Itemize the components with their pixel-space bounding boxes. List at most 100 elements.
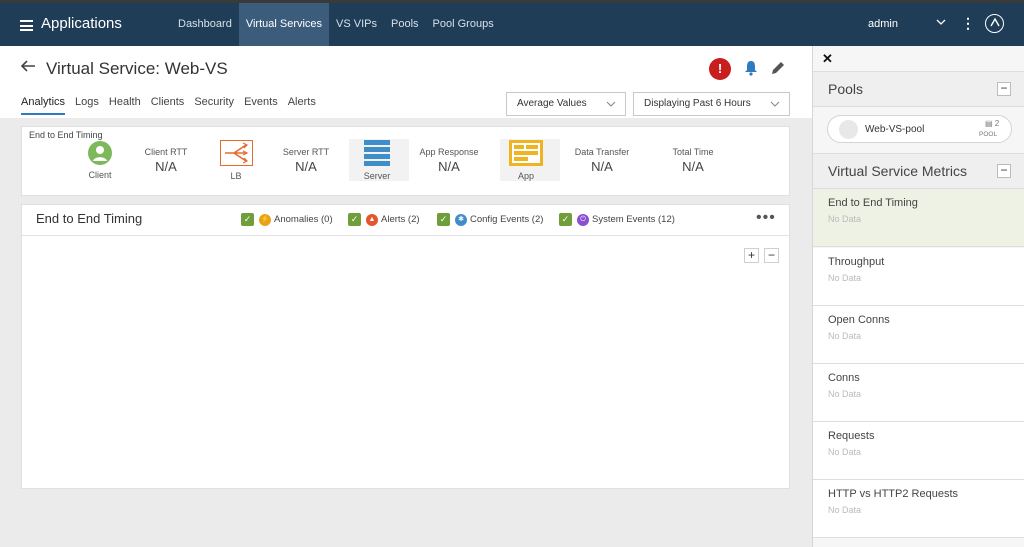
metric-value: N/A bbox=[682, 159, 704, 174]
more-options-icon[interactable]: ••• bbox=[756, 209, 776, 227]
collapse-pools-button[interactable]: − bbox=[997, 82, 1011, 96]
metric-title: Open Conns bbox=[828, 314, 890, 326]
time-range-select[interactable]: Displaying Past 6 Hours bbox=[633, 92, 790, 116]
metric-row-http-vs-http2[interactable]: HTTP vs HTTP2 Requests No Data bbox=[813, 480, 1024, 538]
tab-security[interactable]: Security bbox=[194, 96, 234, 115]
nav-tabs: Dashboard Virtual Services VS VIPs Pools… bbox=[171, 3, 501, 46]
metric-label: Total Time bbox=[672, 147, 714, 157]
checkbox-checked-icon[interactable]: ✓ bbox=[241, 213, 254, 226]
zoom-in-button[interactable]: + bbox=[744, 248, 759, 263]
pool-card[interactable]: Web-VS-pool ▤ 2 POOL bbox=[827, 115, 1012, 143]
filter-config-events[interactable]: ✓ ✱ Config Events (2) bbox=[437, 213, 543, 226]
bell-icon: ▲ bbox=[366, 213, 378, 226]
tab-alerts[interactable]: Alerts bbox=[288, 96, 316, 115]
metrics-section-header: Virtual Service Metrics − bbox=[813, 153, 1024, 189]
metric-status: No Data bbox=[828, 273, 862, 283]
metric-title: Throughput bbox=[828, 256, 885, 268]
checkbox-checked-icon[interactable]: ✓ bbox=[348, 213, 361, 226]
filter-alerts[interactable]: ✓ ▲ Alerts (2) bbox=[348, 213, 420, 226]
nav-tab-dashboard[interactable]: Dashboard bbox=[171, 3, 239, 46]
tab-events[interactable]: Events bbox=[244, 96, 278, 115]
nav-tab-pool-groups[interactable]: Pool Groups bbox=[426, 3, 501, 46]
client-icon bbox=[88, 141, 112, 165]
nav-tab-pools[interactable]: Pools bbox=[384, 3, 426, 46]
filter-label: Config Events (2) bbox=[470, 214, 544, 225]
pool-count-value: 2 bbox=[994, 119, 1000, 128]
pools-section-title: Pools bbox=[828, 81, 864, 97]
server-icon bbox=[364, 140, 390, 166]
filter-label: Anomalies (0) bbox=[274, 214, 333, 225]
metric-row-open-conns[interactable]: Open Conns No Data bbox=[813, 306, 1024, 364]
metric-row-end-to-end-timing[interactable]: End to End Timing No Data bbox=[813, 189, 1024, 247]
pool-name: Web-VS-pool bbox=[865, 124, 925, 135]
metric-label: Data Transfer bbox=[574, 147, 630, 157]
right-panel: ✕ Pools − Web-VS-pool ▤ 2 POOL Virtual S… bbox=[812, 46, 1024, 547]
power-icon: ⏻ bbox=[577, 213, 589, 226]
server-stack-icon: ▤ bbox=[985, 119, 993, 128]
lb-caption: LB bbox=[230, 171, 242, 181]
chart-title: End to End Timing bbox=[36, 211, 143, 226]
metric-row-conns[interactable]: Conns No Data bbox=[813, 364, 1024, 422]
tab-clients[interactable]: Clients bbox=[151, 96, 185, 115]
metric-value: N/A bbox=[155, 159, 177, 174]
pool-server-count: ▤ 2 bbox=[985, 119, 999, 128]
filter-label: Alerts (2) bbox=[381, 214, 420, 225]
pools-section-header: Pools − bbox=[813, 71, 1024, 107]
page-title: Virtual Service: Web-VS bbox=[46, 59, 228, 78]
app-title: Applications bbox=[41, 15, 122, 32]
filter-anomalies[interactable]: ✓ ⚡ Anomalies (0) bbox=[241, 213, 333, 226]
chevron-down-icon[interactable] bbox=[936, 17, 946, 30]
analytics-tabs: Analytics Logs Health Clients Security E… bbox=[21, 96, 326, 115]
lightning-icon: ⚡ bbox=[259, 213, 271, 226]
close-icon[interactable]: ✕ bbox=[822, 51, 833, 67]
user-menu[interactable]: admin bbox=[868, 18, 898, 30]
app-response-metric: App Response N/A bbox=[414, 147, 484, 174]
filter-label: System Events (12) bbox=[592, 214, 675, 225]
total-time-metric: Total Time N/A bbox=[658, 147, 728, 174]
edit-pencil-icon[interactable] bbox=[770, 60, 786, 76]
chevron-down-icon bbox=[606, 93, 616, 124]
filter-system-events[interactable]: ✓ ⏻ System Events (12) bbox=[559, 213, 675, 226]
metric-value: N/A bbox=[295, 159, 317, 174]
metric-label: Client RTT bbox=[144, 147, 188, 157]
bell-icon[interactable] bbox=[744, 60, 758, 76]
app-caption: App bbox=[517, 171, 534, 181]
metric-status: No Data bbox=[828, 505, 862, 515]
client-caption: Client bbox=[88, 170, 112, 180]
metric-value: N/A bbox=[591, 159, 613, 174]
tab-health[interactable]: Health bbox=[109, 96, 141, 115]
metric-title: End to End Timing bbox=[828, 197, 918, 209]
metric-title: Conns bbox=[828, 372, 860, 384]
brand-logo-icon bbox=[985, 14, 1004, 33]
pool-type-label: POOL bbox=[979, 131, 998, 138]
pool-status-icon bbox=[839, 120, 858, 139]
metric-title: HTTP vs HTTP2 Requests bbox=[828, 488, 958, 500]
value-mode-select[interactable]: Average Values bbox=[506, 92, 626, 116]
lb-node: LB bbox=[218, 140, 254, 181]
nav-tab-vs-vips[interactable]: VS VIPs bbox=[329, 3, 384, 46]
metric-title: Requests bbox=[828, 430, 875, 442]
app-icon bbox=[509, 140, 543, 166]
tab-analytics[interactable]: Analytics bbox=[21, 96, 66, 115]
collapse-metrics-button[interactable]: − bbox=[997, 164, 1011, 178]
back-arrow-icon[interactable] bbox=[20, 58, 36, 79]
checkbox-checked-icon[interactable]: ✓ bbox=[559, 213, 572, 226]
metrics-section-title: Virtual Service Metrics bbox=[828, 163, 968, 179]
metric-label: App Response bbox=[419, 147, 479, 157]
metric-row-requests[interactable]: Requests No Data bbox=[813, 422, 1024, 480]
kebab-menu-icon[interactable]: ⋮ bbox=[961, 15, 975, 32]
metric-status: No Data bbox=[828, 214, 862, 224]
top-nav: Applications Dashboard Virtual Services … bbox=[0, 0, 1024, 46]
value-mode-label: Average Values bbox=[517, 98, 587, 109]
nav-tab-virtual-services[interactable]: Virtual Services bbox=[238, 3, 330, 46]
hamburger-menu-icon[interactable] bbox=[20, 20, 33, 31]
alert-badge-icon[interactable]: ! bbox=[709, 58, 731, 80]
checkbox-checked-icon[interactable]: ✓ bbox=[437, 213, 450, 226]
tab-logs[interactable]: Logs bbox=[75, 96, 99, 115]
server-node: Server bbox=[359, 140, 395, 181]
zoom-out-button[interactable]: − bbox=[764, 248, 779, 263]
metric-status: No Data bbox=[828, 447, 862, 457]
client-rtt-metric: Client RTT N/A bbox=[135, 147, 197, 174]
metric-row-throughput[interactable]: Throughput No Data bbox=[813, 248, 1024, 306]
data-transfer-metric: Data Transfer N/A bbox=[567, 147, 637, 174]
